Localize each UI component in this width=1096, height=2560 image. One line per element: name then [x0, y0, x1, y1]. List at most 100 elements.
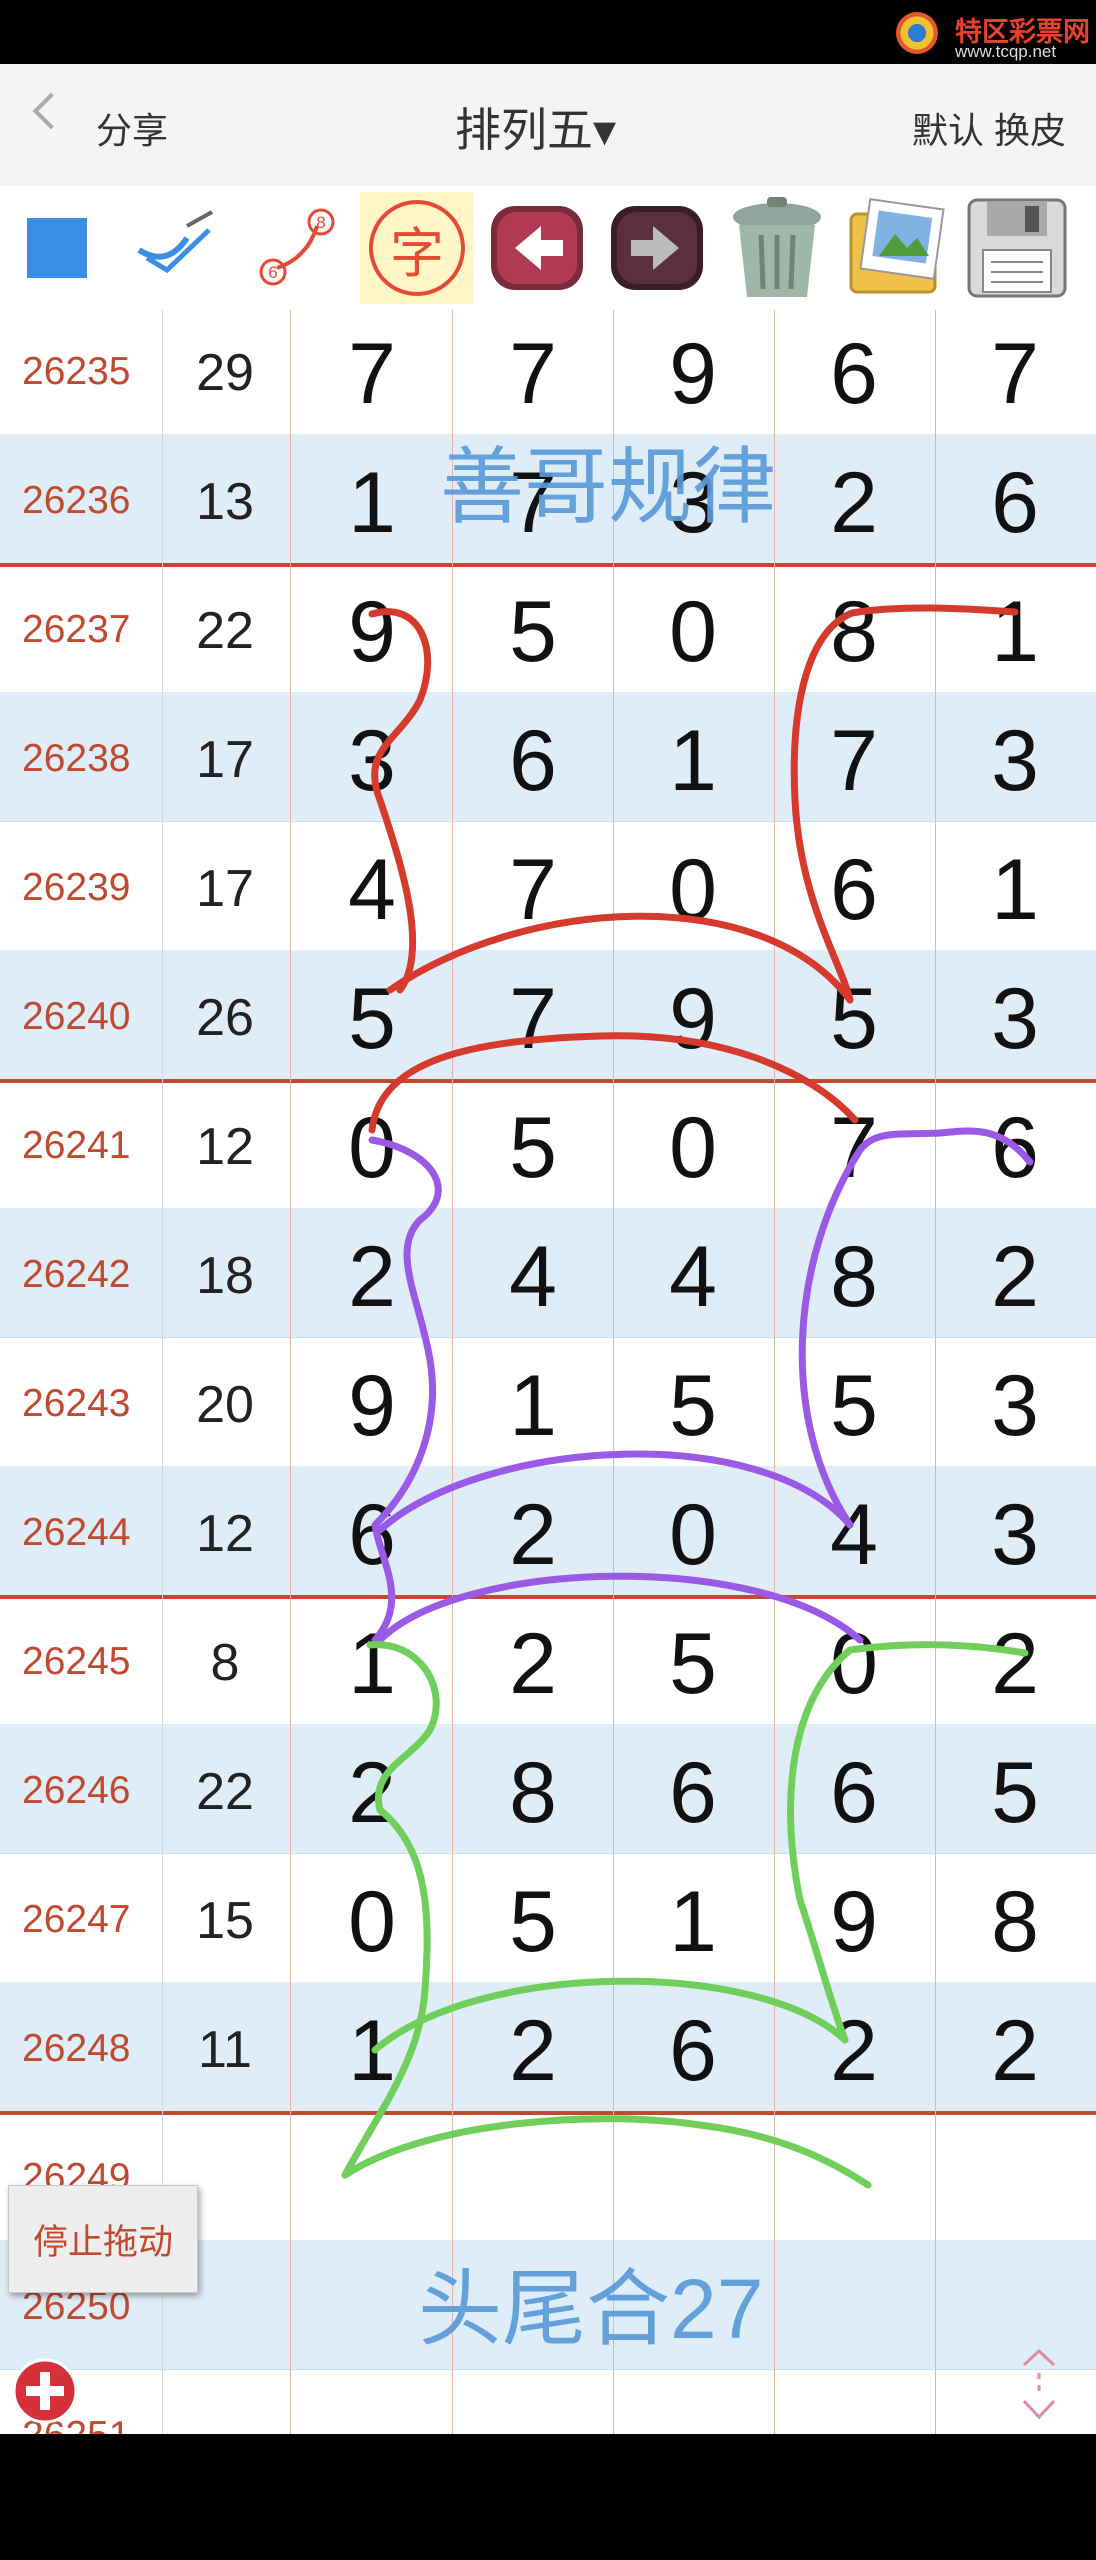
save-icon[interactable] [960, 192, 1074, 304]
table-row: 26241 12 0 5 0 7 6 [0, 1079, 1096, 1209]
issue-number: 26240 [22, 995, 131, 1038]
digit-cell: 8 [509, 1745, 557, 1841]
sum-value: 18 [196, 1247, 254, 1305]
issue-number: 26235 [22, 350, 131, 393]
table-row: 26239 17 4 7 0 6 1 [0, 821, 1096, 951]
table-row: 26237 22 9 5 0 8 1 [0, 563, 1096, 693]
digit-cell: 1 [991, 842, 1039, 938]
curve-6-8-icon[interactable]: 68 [240, 192, 354, 304]
digit-cell: 1 [669, 713, 717, 809]
column-divider [162, 310, 163, 2434]
annotation-top-text: 善哥规律 [440, 440, 777, 534]
digit-cell: 7 [991, 326, 1039, 422]
sum-value: 17 [196, 860, 254, 918]
digit-cell: 5 [669, 1616, 717, 1712]
digit-cell: 6 [830, 842, 878, 938]
redo-arrow-icon[interactable] [600, 192, 714, 304]
app-bar: 分享 排列五▾ 默认 换皮 [0, 64, 1096, 186]
scroll-toggle-icon[interactable] [1016, 2345, 1062, 2423]
digit-cell: 1 [348, 1616, 396, 1712]
status-bar: 特区彩票网 www.tcqp.net [0, 0, 1096, 64]
watermark-url: www.tcqp.net [955, 42, 1057, 61]
undo-arrow-icon[interactable] [480, 192, 594, 304]
digit-cell: 5 [830, 971, 878, 1067]
text-tool-icon[interactable]: 字 [360, 192, 474, 304]
digit-cell: 6 [669, 1745, 717, 1841]
column-divider [290, 310, 291, 2434]
digit-cell: 6 [348, 1487, 396, 1583]
digit-cell: 0 [830, 1616, 878, 1712]
table-row: 26244 12 6 2 0 4 3 [0, 1466, 1096, 1599]
images-icon[interactable] [840, 192, 954, 304]
table-row: 26251 [0, 2369, 1096, 2434]
digit-cell: 1 [509, 1358, 557, 1454]
digit-cell: 5 [509, 584, 557, 680]
lottery-trend-table[interactable]: 26235 29 7 7 9 6 7 26236 13 1 7 3 2 6 26237 22 9 5 0 8 1 2623… [0, 310, 1096, 2434]
curve-start-label: 6 [268, 263, 277, 282]
digit-cell: 7 [509, 971, 557, 1067]
digit-cell: 8 [830, 584, 878, 680]
digit-cell: 3 [991, 1487, 1039, 1583]
digit-cell: 6 [509, 713, 557, 809]
column-divider [452, 310, 453, 2434]
digit-cell: 2 [991, 2003, 1039, 2099]
add-plus-icon[interactable] [12, 2358, 78, 2424]
sum-value: 26 [196, 989, 254, 1047]
table-row: 26235 29 7 7 9 6 7 [0, 310, 1096, 435]
sum-value: 15 [196, 1892, 254, 1950]
issue-number: 26244 [22, 1511, 131, 1554]
digit-cell: 9 [348, 1358, 396, 1454]
pen-check-icon[interactable] [120, 192, 234, 304]
digit-cell: 5 [991, 1745, 1039, 1841]
column-divider [613, 310, 614, 2434]
system-nav-bar [0, 2434, 1096, 2560]
issue-number: 26236 [22, 479, 131, 522]
color-square-icon[interactable] [0, 192, 114, 304]
digit-cell: 9 [669, 971, 717, 1067]
digit-cell: 5 [509, 1100, 557, 1196]
digit-cell: 4 [669, 1229, 717, 1325]
issue-number: 26243 [22, 1382, 131, 1425]
digit-cell: 0 [669, 842, 717, 938]
digit-cell: 1 [669, 1874, 717, 1970]
digit-cell: 2 [348, 1745, 396, 1841]
share-button[interactable]: 分享 [96, 102, 168, 154]
default-skin-button[interactable]: 默认 换皮 [912, 102, 1066, 154]
issue-number: 26237 [22, 608, 131, 651]
digit-cell: 9 [830, 1874, 878, 1970]
sum-value: 17 [196, 731, 254, 789]
digit-cell: 8 [991, 1874, 1039, 1970]
sum-value: 12 [196, 1505, 254, 1563]
stop-drag-button[interactable]: 停止拖动 [8, 2185, 198, 2293]
digit-cell: 9 [348, 584, 396, 680]
digit-cell: 7 [830, 713, 878, 809]
digit-cell: 3 [991, 713, 1039, 809]
digit-cell: 2 [348, 1229, 396, 1325]
digit-cell: 7 [509, 326, 557, 422]
issue-number: 26242 [22, 1253, 131, 1296]
table-row: 26245 8 1 2 5 0 2 [0, 1595, 1096, 1725]
digit-cell: 0 [348, 1874, 396, 1970]
issue-number: 26238 [22, 737, 131, 780]
lottery-type-dropdown[interactable]: 排列五▾ [455, 94, 616, 160]
drawing-toolbar: 68 字 [0, 186, 1096, 310]
digit-cell: 0 [669, 1100, 717, 1196]
digit-cell: 4 [830, 1487, 878, 1583]
digit-cell: 2 [830, 2003, 878, 2099]
digit-cell: 8 [830, 1229, 878, 1325]
digit-cell: 6 [991, 1100, 1039, 1196]
issue-number: 26241 [22, 1124, 131, 1167]
sum-value: 29 [196, 344, 254, 402]
issue-number: 26248 [22, 2027, 131, 2070]
trash-icon[interactable] [720, 192, 834, 304]
digit-cell: 2 [509, 1487, 557, 1583]
table-row: 26242 18 2 4 4 8 2 [0, 1208, 1096, 1338]
issue-number: 26239 [22, 866, 131, 909]
digit-cell: 4 [348, 842, 396, 938]
digit-cell: 2 [509, 2003, 557, 2099]
digit-cell: 5 [669, 1358, 717, 1454]
digit-cell: 2 [509, 1616, 557, 1712]
issue-number: 26247 [22, 1898, 131, 1941]
digit-cell: 2 [830, 455, 878, 551]
back-chevron-icon[interactable] [32, 92, 70, 130]
